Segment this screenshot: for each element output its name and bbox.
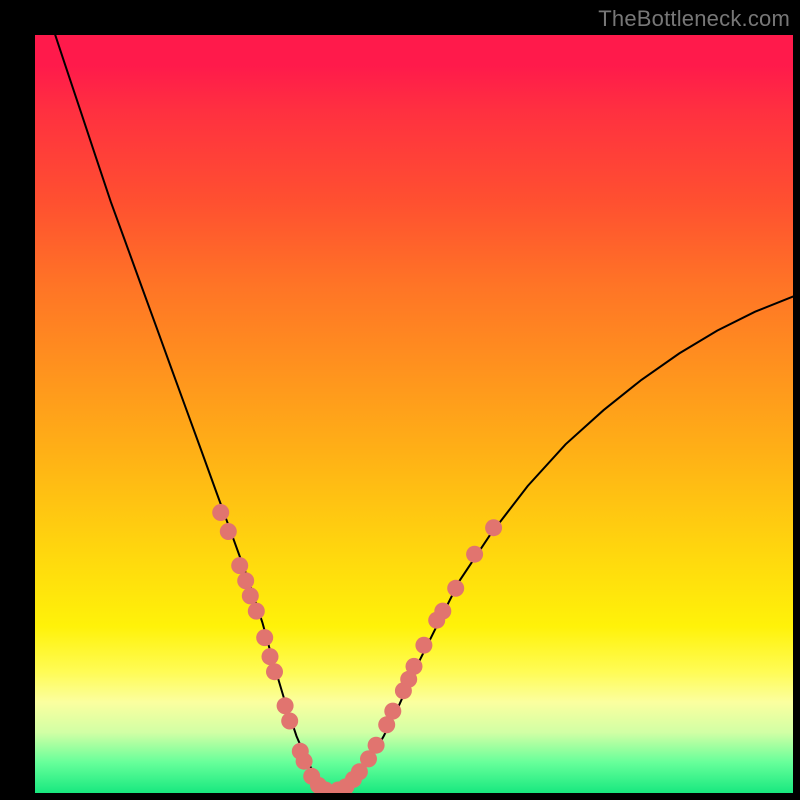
curve-marker: [212, 504, 229, 521]
curve-markers: [212, 504, 502, 793]
chart-frame: TheBottleneck.com: [0, 0, 800, 800]
curve-marker: [281, 713, 298, 730]
curve-marker: [242, 587, 259, 604]
curve-marker: [368, 737, 385, 754]
curve-marker: [231, 557, 248, 574]
curve-marker: [415, 637, 432, 654]
curve-marker: [262, 648, 279, 665]
curve-marker: [237, 572, 254, 589]
curve-marker: [248, 603, 265, 620]
bottleneck-curve-svg: [35, 35, 793, 793]
curve-marker: [485, 519, 502, 536]
curve-marker: [256, 629, 273, 646]
curve-marker: [277, 697, 294, 714]
curve-marker: [447, 580, 464, 597]
watermark-text: TheBottleneck.com: [598, 6, 790, 32]
curve-marker: [296, 753, 313, 770]
plot-area: [35, 35, 793, 793]
curve-marker: [434, 603, 451, 620]
curve-marker: [466, 546, 483, 563]
curve-marker: [266, 663, 283, 680]
curve-marker: [220, 523, 237, 540]
curve-marker: [406, 658, 423, 675]
curve-marker: [384, 703, 401, 720]
